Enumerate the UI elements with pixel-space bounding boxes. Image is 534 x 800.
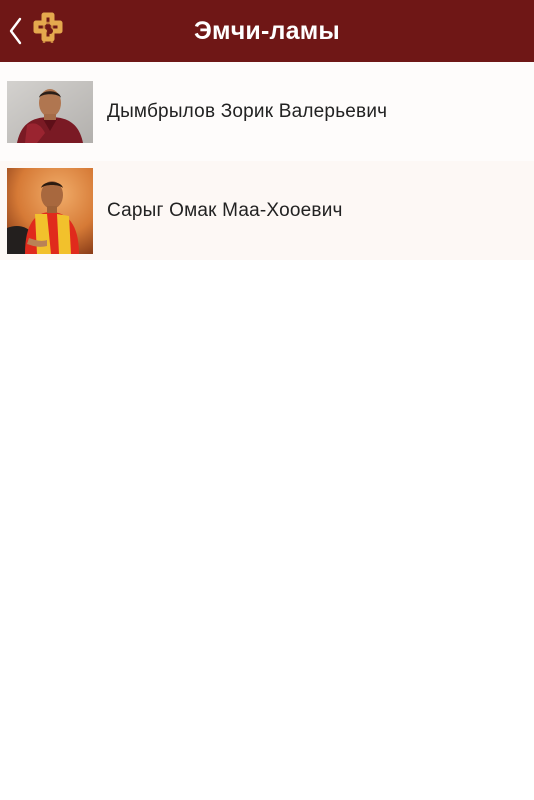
lama-name: Дымбрылов Зорик Валерьевич [107,100,388,122]
lama-name: Сарыг Омак Маа-Хооевич [107,199,343,221]
chevron-left-icon [9,17,22,45]
portrait-photo [7,80,93,143]
portrait-photo [7,167,93,254]
list-item[interactable]: Сарыг Омак Маа-Хооевич [0,161,534,260]
back-button[interactable] [8,8,78,54]
lama-list: Дымбрылов Зорик Валерьевич Сарыг Омак Ма… [0,62,534,260]
navigation-bar: Эмчи-ламы [0,0,534,62]
endless-knot-logo [33,12,63,43]
list-item[interactable]: Дымбрылов Зорик Валерьевич [0,62,534,161]
page-title: Эмчи-ламы [194,16,340,45]
